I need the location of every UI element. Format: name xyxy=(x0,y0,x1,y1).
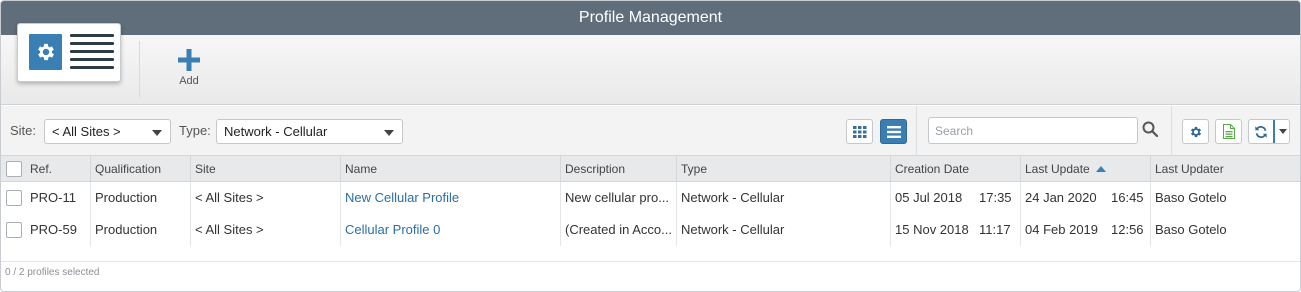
grid-view-icon xyxy=(852,125,866,138)
column-header-qualification[interactable]: Qualification xyxy=(90,156,190,182)
creation-date: 15 Nov 2018 xyxy=(895,222,969,237)
cell-last-updater: Baso Gotelo xyxy=(1150,182,1300,214)
column-header-last-update-label: Last Update xyxy=(1025,162,1090,176)
creation-date: 05 Jul 2018 xyxy=(895,190,963,205)
column-header-last-update[interactable]: Last Update xyxy=(1020,156,1150,182)
type-filter-select[interactable]: Network - Cellular xyxy=(216,119,403,144)
profile-name-link[interactable]: Cellular Profile 0 xyxy=(345,222,440,237)
table-row[interactable]: PRO-11 Production < All Sites > New Cell… xyxy=(1,182,1300,214)
cell-creation-date: 05 Jul 2018 17:35 xyxy=(890,182,1020,214)
ribbon: Add xyxy=(1,23,1300,105)
cell-ref: PRO-11 xyxy=(30,190,76,205)
table-footer: 0 / 2 profiles selected xyxy=(1,261,1300,291)
cell-creation-date: 15 Nov 2018 11:17 xyxy=(890,214,1020,246)
gear-icon xyxy=(29,34,62,70)
cell-site: < All Sites > xyxy=(190,182,340,214)
cell-last-updater: Baso Gotelo xyxy=(1150,214,1300,246)
cell-name: Cellular Profile 0 xyxy=(340,214,560,246)
cell-name: New Cellular Profile xyxy=(340,182,560,214)
sort-ascending-icon xyxy=(1095,166,1106,172)
settings-button[interactable] xyxy=(1182,119,1209,144)
filter-toolbar: Site: < All Sites > Type: Network - Cell… xyxy=(1,106,1300,156)
excel-export-icon xyxy=(1222,124,1235,139)
creation-time: 17:35 xyxy=(979,190,1012,205)
row-checkbox[interactable] xyxy=(6,222,22,238)
table-row[interactable]: PRO-59 Production < All Sites > Cellular… xyxy=(1,214,1300,246)
profile-management-window: Profile Management Add Site: < All Sites… xyxy=(0,0,1301,292)
row-checkbox[interactable] xyxy=(6,190,22,206)
column-header-creation-date[interactable]: Creation Date xyxy=(890,156,1020,182)
chevron-down-icon[interactable] xyxy=(1279,129,1287,134)
type-filter-value: Network - Cellular xyxy=(224,124,328,139)
select-all-checkbox[interactable] xyxy=(6,161,22,177)
toolbar-divider xyxy=(916,106,917,156)
column-header-name[interactable]: Name xyxy=(340,156,560,182)
cell-type: Network - Cellular xyxy=(676,182,890,214)
refresh-split-button[interactable] xyxy=(1248,119,1290,144)
chevron-down-icon xyxy=(152,130,162,136)
last-update-date: 24 Jan 2020 xyxy=(1025,190,1097,205)
window-title: Profile Management xyxy=(1,1,1300,35)
column-header-last-updater[interactable]: Last Updater xyxy=(1150,156,1300,182)
grid-view-button[interactable] xyxy=(846,119,873,144)
type-filter-label: Type: xyxy=(179,123,211,138)
cell-description: (Created in Acco... xyxy=(560,214,676,246)
search-input[interactable] xyxy=(928,117,1138,144)
cell-last-update: 24 Jan 2020 16:45 xyxy=(1020,182,1150,214)
document-lines-icon xyxy=(70,34,114,72)
gear-icon xyxy=(1190,126,1201,137)
last-update-time: 16:45 xyxy=(1111,190,1144,205)
ribbon-divider xyxy=(139,41,140,97)
cell-last-update: 04 Feb 2019 12:56 xyxy=(1020,214,1150,246)
list-view-button[interactable] xyxy=(880,119,907,144)
export-button[interactable] xyxy=(1215,119,1242,144)
column-header-type[interactable]: Type xyxy=(676,156,890,182)
column-header-site[interactable]: Site xyxy=(190,156,340,182)
cell-qualification: Production xyxy=(90,182,190,214)
chevron-down-icon xyxy=(384,130,394,136)
cell-description: New cellular pro... xyxy=(560,182,676,214)
selection-status: 0 / 2 profiles selected xyxy=(5,267,100,278)
plus-icon xyxy=(178,49,200,71)
add-button-label: Add xyxy=(179,75,199,87)
search-icon[interactable] xyxy=(1142,121,1158,137)
creation-time: 11:17 xyxy=(979,222,1011,237)
last-update-date: 04 Feb 2019 xyxy=(1025,222,1099,237)
cell-qualification: Production xyxy=(90,214,190,246)
profile-name-link[interactable]: New Cellular Profile xyxy=(345,190,459,205)
refresh-button[interactable] xyxy=(1249,120,1275,143)
cell-site: < All Sites > xyxy=(190,214,340,246)
column-header-ref[interactable]: Ref. xyxy=(26,156,90,182)
cell-type: Network - Cellular xyxy=(676,214,890,246)
table-header: Ref. Qualification Site Name Description… xyxy=(1,156,1300,182)
list-view-icon xyxy=(886,125,901,138)
refresh-icon xyxy=(1255,125,1267,138)
last-update-time: 12:56 xyxy=(1111,222,1144,237)
site-filter-label: Site: xyxy=(10,123,37,138)
site-filter-value: < All Sites > xyxy=(52,124,121,139)
app-tile xyxy=(17,23,121,82)
toolbar-divider xyxy=(1171,106,1172,156)
column-header-description[interactable]: Description xyxy=(560,156,676,182)
add-button[interactable]: Add xyxy=(167,49,211,95)
cell-ref: PRO-59 xyxy=(30,222,77,237)
site-filter-select[interactable]: < All Sites > xyxy=(44,119,171,144)
